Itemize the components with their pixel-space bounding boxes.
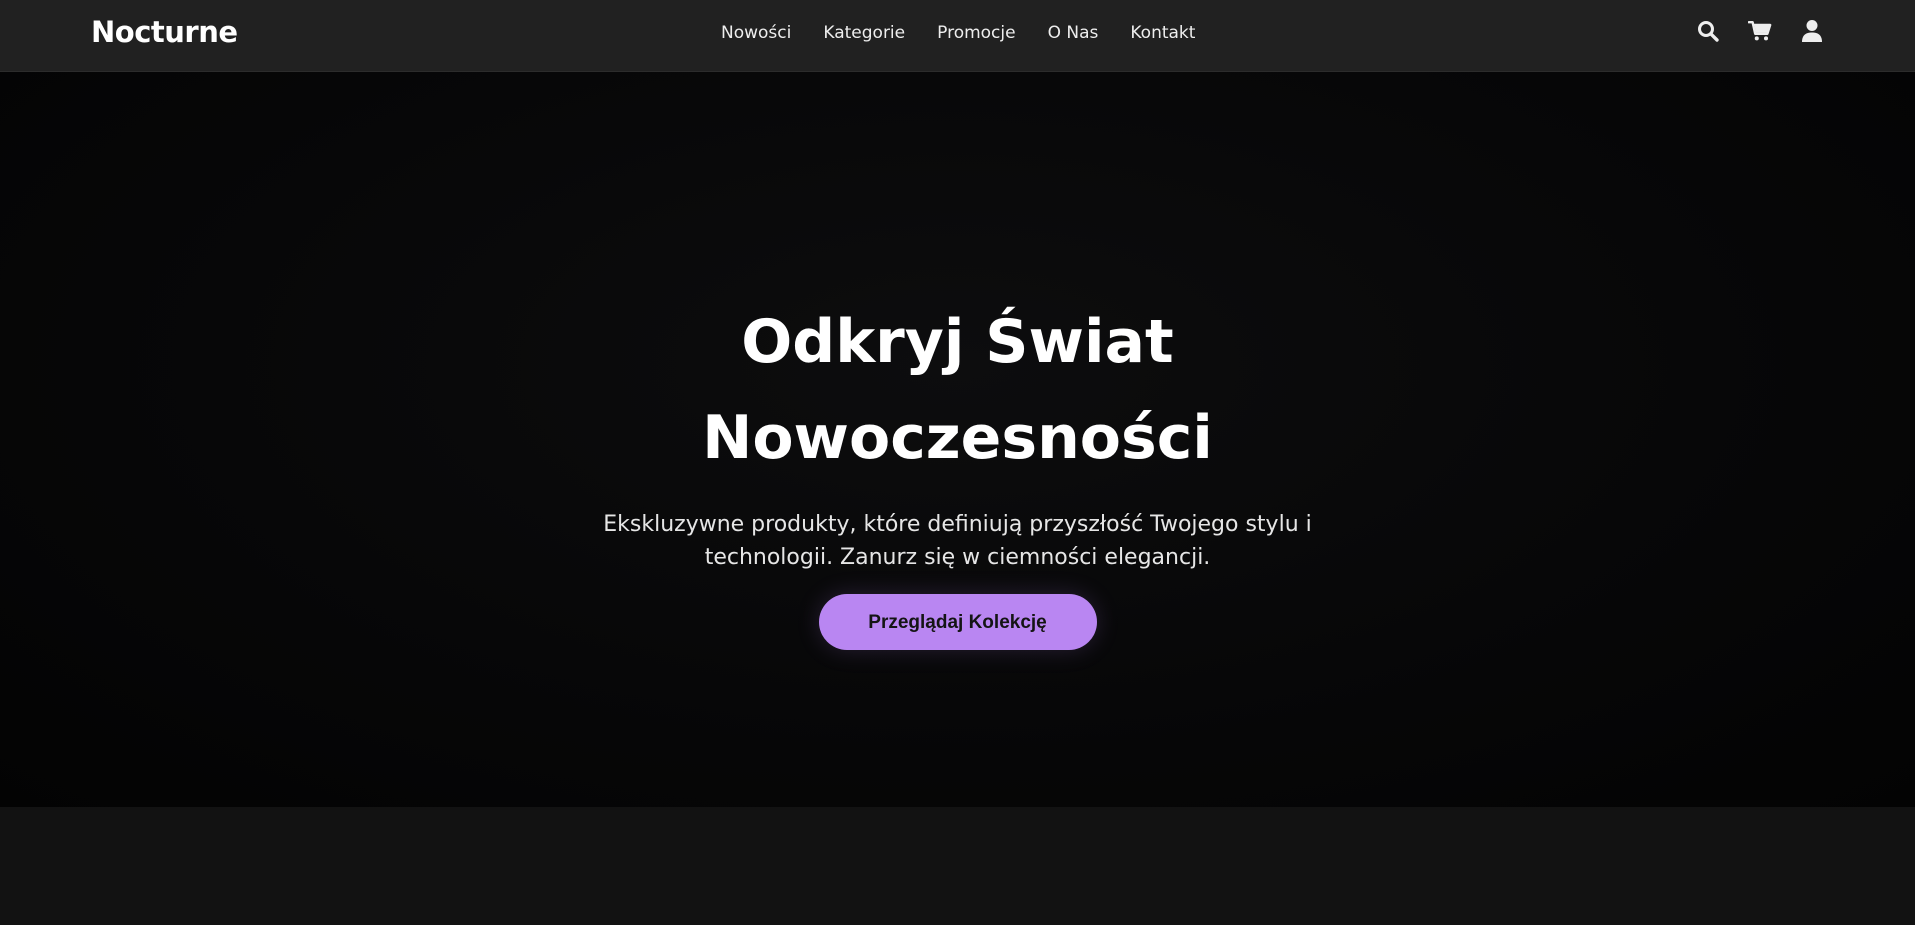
- hero-section: Odkryj Świat Nowoczesności Ekskluzywne p…: [0, 72, 1915, 807]
- site-header: Nocturne Nowości Kategorie Promocje O Na…: [0, 0, 1915, 72]
- hero-title: Odkryj Świat Nowoczesności: [702, 307, 1213, 473]
- hero-content: Odkryj Świat Nowoczesności Ekskluzywne p…: [0, 294, 1915, 650]
- nav-item-nowosci[interactable]: Nowości: [721, 21, 791, 45]
- nav-item-kategorie[interactable]: Kategorie: [823, 21, 905, 45]
- content-section: [0, 807, 1915, 925]
- brand-logo[interactable]: Nocturne: [91, 14, 238, 50]
- hero-subtitle: Ekskluzywne produkty, które definiują pr…: [603, 512, 1312, 570]
- user-icon[interactable]: [1800, 19, 1824, 43]
- cart-icon[interactable]: [1748, 19, 1772, 43]
- nav-item-kontakt[interactable]: Kontakt: [1130, 21, 1195, 45]
- header-actions: [1696, 19, 1824, 43]
- browse-collection-button[interactable]: Przeglądaj Kolekcję: [818, 594, 1097, 650]
- nav-item-o-nas[interactable]: O Nas: [1048, 21, 1099, 45]
- main-nav: Nowości Kategorie Promocje O Nas Kontakt: [721, 21, 1195, 45]
- search-icon[interactable]: [1696, 19, 1720, 43]
- nav-item-promocje[interactable]: Promocje: [937, 21, 1015, 45]
